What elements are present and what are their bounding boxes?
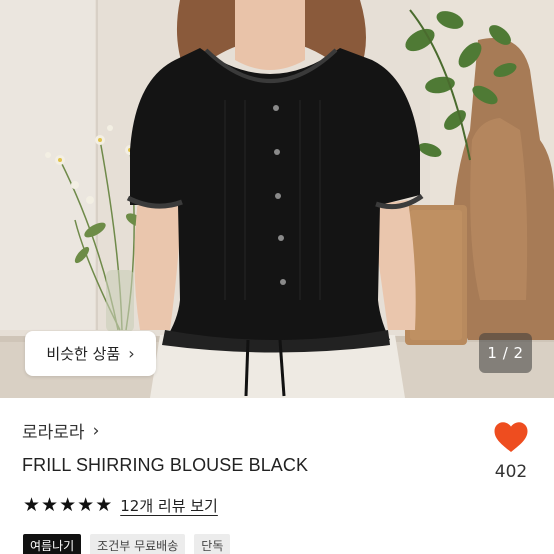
similar-products-button[interactable]: 비슷한 상품 › (25, 331, 156, 376)
product-image-carousel[interactable]: 비슷한 상품 › 1 / 2 (0, 0, 554, 398)
tag-summer[interactable]: 여름나기 (23, 534, 82, 554)
tag-free-shipping[interactable]: 조건부 무료배송 (90, 534, 186, 554)
shop-name: 로라로라 (22, 423, 85, 443)
like-button[interactable]: 402 (488, 420, 534, 482)
rating-row: ★ ★ ★ ★ ★ 12개 리뷰 보기 (23, 495, 218, 516)
star-icon: ★ (41, 494, 59, 516)
image-page-counter: 1 / 2 (479, 333, 532, 373)
chevron-right-icon: › (128, 343, 135, 363)
star-icon: ★ (95, 494, 113, 516)
star-icon: ★ (59, 494, 77, 516)
chevron-right-icon: › (92, 420, 100, 441)
product-tags: 여름나기 조건부 무료배송 단독 (23, 534, 231, 554)
rating-stars: ★ ★ ★ ★ ★ (23, 496, 112, 515)
heart-icon (494, 422, 528, 452)
product-title: FRILL SHIRRING BLOUSE BLACK (22, 455, 309, 475)
shop-link[interactable]: 로라로라 › (22, 418, 100, 444)
view-reviews-link[interactable]: 12개 리뷰 보기 (120, 495, 218, 516)
star-icon: ★ (23, 494, 41, 516)
similar-products-label: 비슷한 상품 (46, 345, 121, 363)
tag-exclusive[interactable]: 단독 (194, 534, 231, 554)
like-count: 402 (494, 462, 528, 482)
star-icon: ★ (77, 494, 95, 516)
